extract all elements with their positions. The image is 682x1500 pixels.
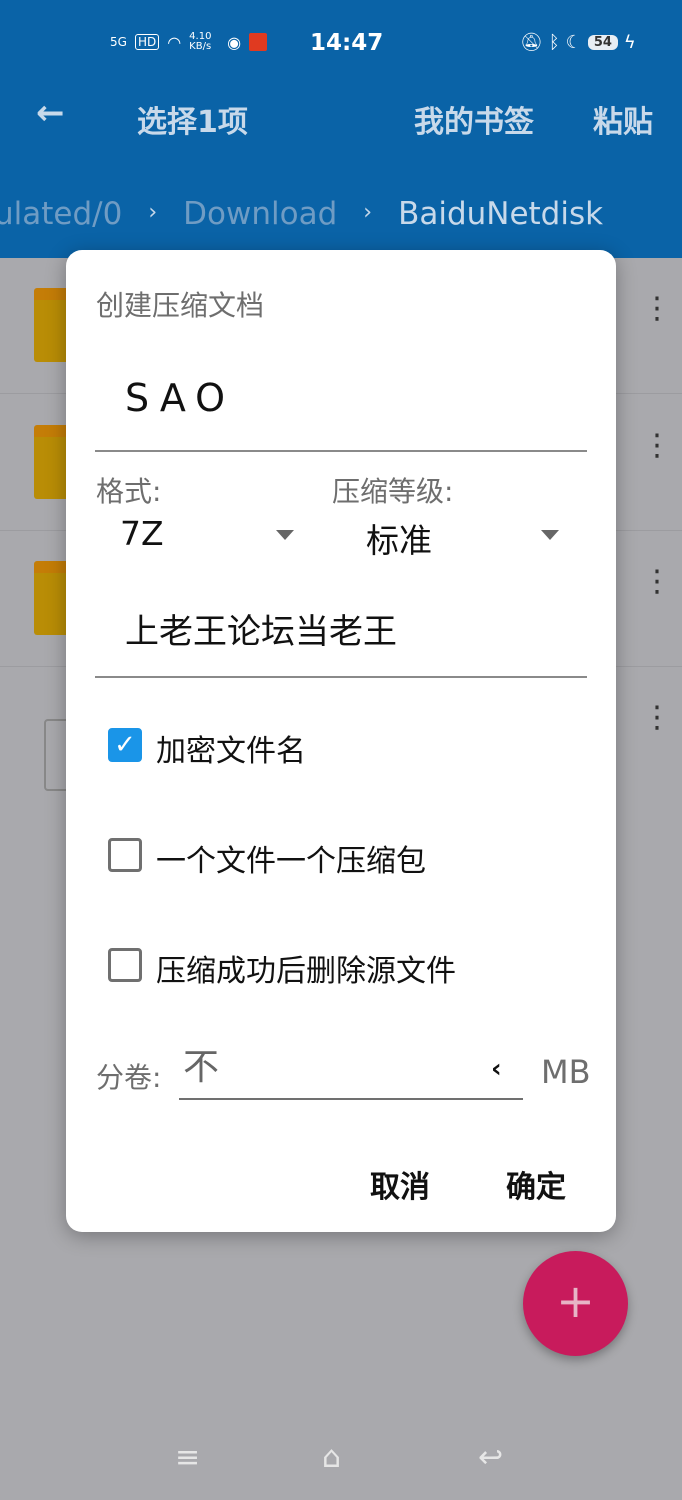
dialog-title: 创建压缩文档 <box>96 289 265 322</box>
back-arrow-icon[interactable]: ← <box>36 93 65 133</box>
checkbox-label: 一个文件一个压缩包 <box>156 844 426 879</box>
more-icon[interactable]: ⋮ <box>642 703 672 733</box>
more-icon[interactable]: ⋮ <box>642 431 672 461</box>
app-icon <box>249 33 268 51</box>
more-icon[interactable]: ⋮ <box>642 294 672 324</box>
moon-icon: ☾ <box>565 32 582 53</box>
archive-name-input[interactable]: SAO <box>95 360 587 452</box>
bookmarks-button[interactable]: 我的书签 <box>414 97 534 141</box>
home-icon[interactable]: ⌂ <box>322 1440 341 1475</box>
dropdown-arrow-icon <box>276 530 294 540</box>
breadcrumb: ulated/0 › Download › BaiduNetdisk <box>0 196 603 232</box>
top-bar: 5G HD ◠ 4.10 KB/s ◉ 14:47 🔕︎ ᛒ ☾ 54 ϟ ← … <box>0 0 682 258</box>
net-speed: 4.10 KB/s <box>189 31 212 52</box>
chevron-right-icon: › <box>148 200 158 225</box>
chevron-right-icon: › <box>363 200 373 225</box>
checkbox-label: 压缩成功后删除源文件 <box>156 954 456 989</box>
breadcrumb-item[interactable]: Download <box>183 196 337 232</box>
encrypt-filenames-checkbox[interactable]: ✓ <box>108 728 142 762</box>
checkbox-label: 加密文件名 <box>156 734 306 769</box>
hd-icon: HD <box>134 34 160 50</box>
clock: 14:47 <box>310 30 384 56</box>
password-input[interactable]: 上老王论坛当老王 <box>95 580 587 678</box>
mute-icon: 🔕︎ <box>520 32 543 53</box>
bluetooth-icon: ᛒ <box>548 32 560 53</box>
battery-icon: 54 <box>587 35 618 50</box>
dropdown-arrow-icon <box>541 530 559 540</box>
back-icon[interactable]: ↩ <box>478 1440 503 1475</box>
breadcrumb-item[interactable]: ulated/0 <box>0 196 122 232</box>
paste-button[interactable]: 粘贴 <box>593 97 653 141</box>
volume-unit: MB <box>541 1053 591 1091</box>
level-label: 压缩等级: <box>332 475 454 508</box>
status-bar: 5G HD ◠ 4.10 KB/s ◉ 14:47 🔕︎ ᛒ ☾ 54 ϟ <box>0 28 682 58</box>
volume-label: 分卷: <box>96 1061 162 1094</box>
browser-icon: ◉ <box>227 32 242 52</box>
cancel-button[interactable]: 取消 <box>370 1162 430 1206</box>
page-title: 选择1项 <box>137 105 248 140</box>
signal-icon: 5G <box>110 35 127 49</box>
add-fab-button[interactable]: + <box>523 1251 628 1356</box>
system-nav-bar: ≡ ⌂ ↩ <box>0 1440 682 1480</box>
create-archive-dialog: 创建压缩文档 SAO 格式: 压缩等级: 7Z 标准 上老王论坛当老王 ✓ 加密… <box>66 250 616 1232</box>
volume-input[interactable]: 不 <box>179 1038 523 1100</box>
format-label: 格式: <box>96 475 162 508</box>
format-value: 7Z <box>120 514 164 553</box>
one-archive-per-file-checkbox[interactable] <box>108 838 142 872</box>
wifi-icon: ◠ <box>167 32 182 52</box>
chevron-left-icon[interactable]: ‹ <box>491 1054 502 1084</box>
delete-source-checkbox[interactable] <box>108 948 142 982</box>
menu-icon[interactable]: ≡ <box>175 1440 200 1475</box>
ok-button[interactable]: 确定 <box>506 1162 566 1206</box>
charging-icon: ϟ <box>623 32 636 53</box>
breadcrumb-item[interactable]: BaiduNetdisk <box>398 196 603 232</box>
level-value: 标准 <box>366 521 432 560</box>
more-icon[interactable]: ⋮ <box>642 567 672 597</box>
